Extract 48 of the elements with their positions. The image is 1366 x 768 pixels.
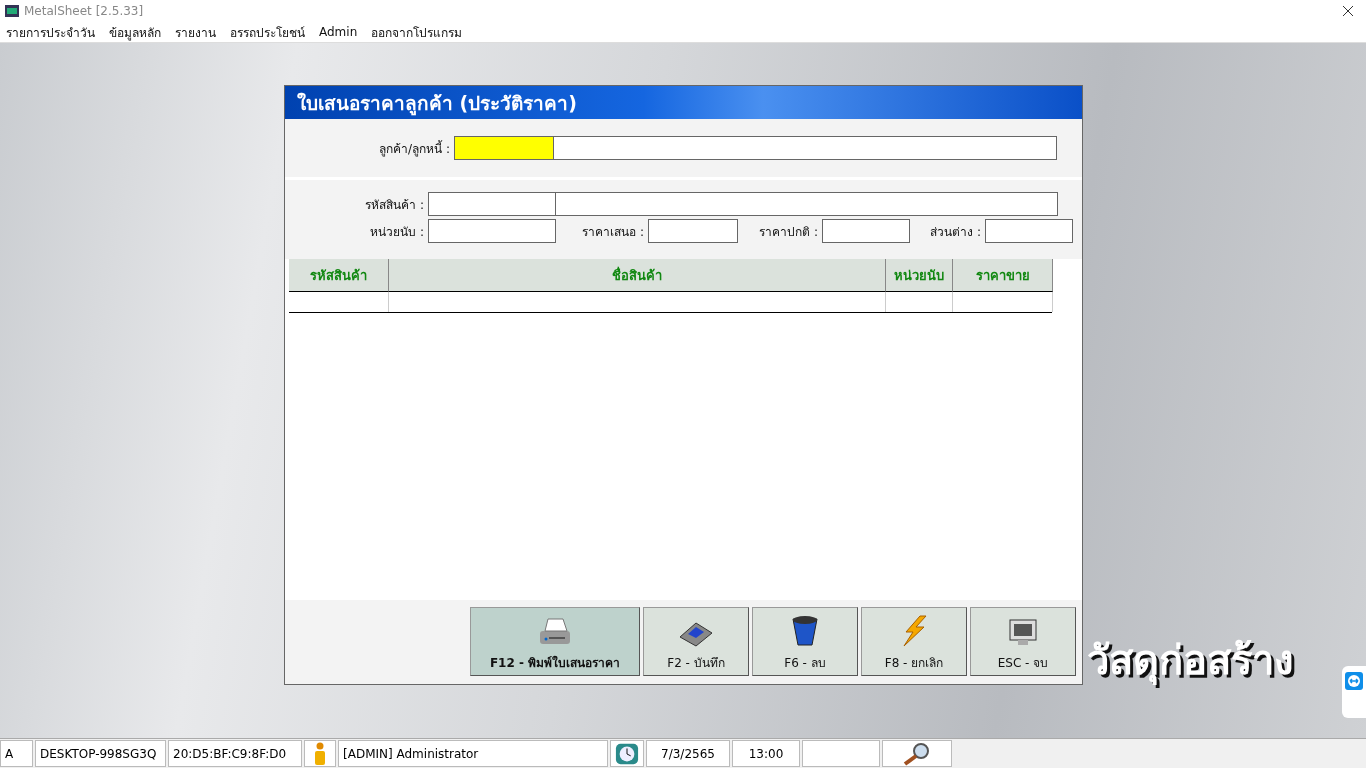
- column-header: รหัสสินค้า: [289, 259, 389, 292]
- menu-item[interactable]: อรรถประโยชน์: [230, 22, 305, 42]
- side-tab[interactable]: [1342, 666, 1366, 718]
- toolbar-button[interactable]: F8 - ยกเลิก: [861, 607, 967, 676]
- input-field[interactable]: [985, 219, 1073, 243]
- double-arrow-icon: [1345, 672, 1363, 690]
- toolbar-button[interactable]: ESC - จบ: [970, 607, 1076, 676]
- status-panel: DESKTOP-998SG3Q: [35, 740, 166, 767]
- customer-code-field[interactable]: [454, 136, 554, 160]
- input-field[interactable]: [428, 219, 556, 243]
- status-panel: A: [0, 740, 33, 767]
- input-field[interactable]: [822, 219, 910, 243]
- toolbar-button[interactable]: F6 - ลบ: [752, 607, 858, 676]
- clock-icon: [615, 741, 639, 766]
- bin-icon: [791, 615, 819, 647]
- toolbar-button[interactable]: F2 - บันทึก: [643, 607, 749, 676]
- app-icon: [4, 3, 20, 19]
- column-header: หน่วยนับ: [886, 259, 953, 292]
- monitor-icon: [1008, 619, 1038, 647]
- dialog-title: ใบเสนอราคาลูกค้า (ประวัติราคา): [297, 90, 577, 118]
- status-panel: [ADMIN] Administrator: [338, 740, 608, 767]
- search-icon[interactable]: [902, 741, 932, 766]
- customer-name-field[interactable]: [553, 136, 1057, 160]
- menu-item[interactable]: รายงาน: [175, 22, 216, 42]
- product-name-field[interactable]: [555, 192, 1058, 216]
- user-icon: [313, 741, 327, 766]
- slogan-text: วัสดุก่อสร้าง: [1087, 636, 1294, 687]
- input-field[interactable]: [648, 219, 738, 243]
- menu-item[interactable]: ออกจากโปรแกรม: [371, 22, 463, 42]
- product-code-field[interactable]: [428, 192, 556, 216]
- menu-item[interactable]: ข้อมูลหลัก: [109, 22, 161, 42]
- field-label: ลูกค้า/ลูกหนี้ :: [378, 139, 451, 158]
- status-panel: 20:D5:BF:C9:8F:D0: [168, 740, 302, 767]
- column-header: ราคาขาย: [953, 259, 1053, 292]
- menu-item[interactable]: Admin: [319, 25, 358, 39]
- status-panel: 7/3/2565: [646, 740, 730, 767]
- field-label: รหัสสินค้า :: [364, 196, 425, 214]
- field-label: ส่วนต่าง :: [929, 223, 982, 241]
- field-label: ราคาเสนอ :: [581, 223, 645, 241]
- window-title: MetalSheet [2.5.33]: [24, 4, 144, 18]
- toolbar-button[interactable]: F12 - พิมพ์ใบเสนอราคา: [470, 607, 640, 676]
- menu-item[interactable]: รายการประจำวัน: [6, 22, 95, 42]
- column-header: ชื่อสินค้า: [389, 259, 886, 292]
- field-label: หน่วยนับ :: [369, 223, 425, 241]
- printer-icon: [537, 617, 573, 647]
- status-panel: 13:00: [732, 740, 800, 767]
- close-icon: [1342, 5, 1354, 17]
- field-label: ราคาปกติ :: [758, 223, 819, 241]
